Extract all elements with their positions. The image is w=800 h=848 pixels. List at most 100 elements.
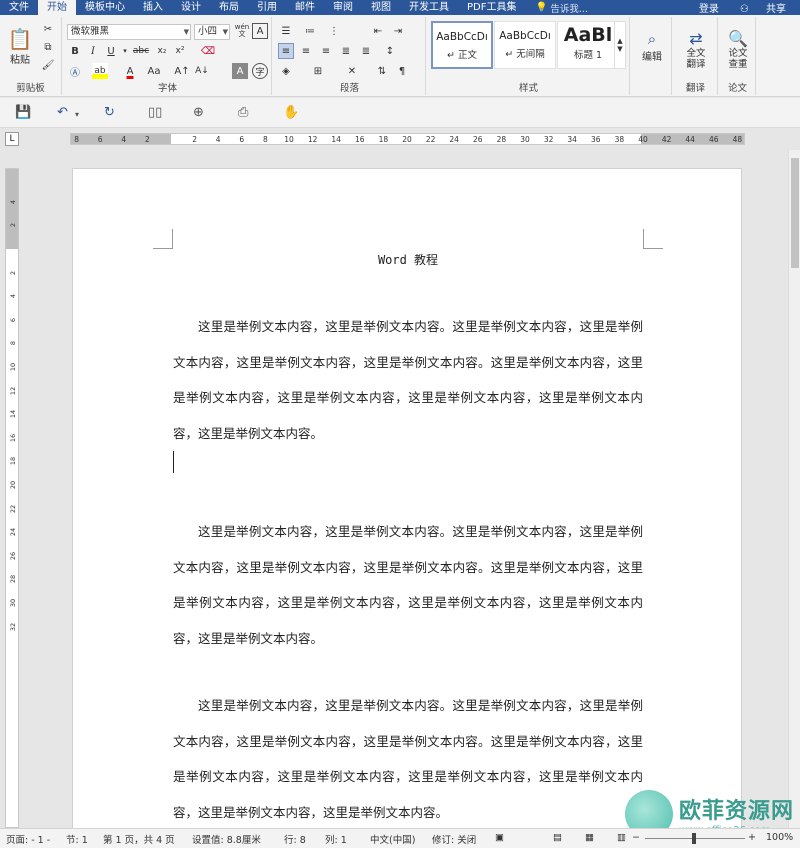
numbering-icon[interactable]: ≔ [302,23,318,39]
touch-mode-icon[interactable]: ✋ [283,105,299,120]
tab-file[interactable]: 文件 [0,0,38,15]
tab-home[interactable]: 开始 [38,0,76,15]
chinese-layout-icon[interactable]: ✕ [344,63,360,79]
ruler-tick: 34 [567,135,577,144]
paste-button[interactable]: 📋 粘贴 [6,23,34,69]
status-section[interactable]: 节: 1 [66,832,88,846]
status-page[interactable]: 页面: - 1 - [6,832,50,846]
ruler-tick: 14 [331,135,341,144]
status-track-changes[interactable]: 修订: 关闭 [432,832,476,846]
sort-icon[interactable]: ⇅ [374,63,390,79]
italic-icon[interactable]: I [85,43,101,59]
font-name-combo[interactable]: 微软雅黑 ▼ [67,24,191,40]
group-styles: AaBbCcDı ↵ 正文 AaBbCcDı ↵ 无间隔 AaBl 标题 1 ▲… [428,17,630,95]
multilevel-list-icon[interactable]: ⋮ [326,23,342,39]
print-preview-icon[interactable]: ⎙ [238,105,248,120]
phonetic-guide-button[interactable]: wén 文 [234,23,250,39]
login-link[interactable]: 登录 [692,0,726,15]
tab-mailings[interactable]: 邮件 [286,0,324,15]
bullets-icon[interactable]: ☰ [278,23,294,39]
distribute-icon[interactable]: ≣ [358,43,374,59]
redo-icon[interactable]: ↻ [104,105,115,120]
status-col[interactable]: 列: 1 [325,832,347,846]
font-color-icon[interactable]: A [122,63,138,79]
style-normal[interactable]: AaBbCcDı ↵ 正文 [431,21,493,69]
font-size-combo[interactable]: 小四 ▼ [194,24,230,40]
increase-indent-icon[interactable]: ⇥ [390,23,406,39]
cut-icon[interactable]: ✂ [40,21,56,37]
text-effect-icon[interactable]: Ⓐ [67,63,83,79]
grow-font-icon[interactable]: A↑ [174,63,190,79]
show-marks-icon[interactable]: ¶ [394,63,410,79]
document-page[interactable]: Word 教程 这里是举例文本内容，这里是举例文本内容。这里是举例文本内容，这里… [72,168,742,848]
share-button[interactable]: ⚇ 共享 [726,0,800,15]
tab-selector[interactable]: L [5,132,19,146]
undo-icon[interactable]: ↶ [57,105,68,120]
line-spacing-icon[interactable]: ↕ [382,43,398,59]
align-left-icon[interactable]: ≡ [278,43,294,59]
status-language[interactable]: 中文(中国) [370,832,415,846]
vertical-ruler[interactable]: 4 2 2 4 6 8 10 12 14 16 18 20 22 24 26 28 30 32 [5,168,19,828]
enclose-char-icon[interactable]: 字 [252,63,268,79]
paper-check-button[interactable]: 🔍 论文查重 [722,23,754,75]
full-translate-button[interactable]: ⇄ 全文翻译 [678,23,714,75]
two-pages-icon[interactable]: ▯▯ [148,105,162,120]
style-no-spacing[interactable]: AaBbCcDı ↵ 无间隔 [494,21,556,69]
borders-icon[interactable]: ⊞ [310,63,326,79]
globe-icon[interactable]: ⊕ [193,105,204,120]
justify-icon[interactable]: ≣ [338,43,354,59]
status-setting[interactable]: 设置值: 8.8厘米 [192,832,261,846]
shading-icon[interactable]: ◈ [278,63,294,79]
horizontal-ruler[interactable]: 8 6 4 2 2 4 6 8 10 12 14 16 18 20 22 24 26 28 30 32 34 36 38 40… [70,133,745,145]
align-right-icon[interactable]: ≡ [318,43,334,59]
clear-format-icon[interactable]: ⌫ [200,43,216,59]
tab-developer[interactable]: 开发工具 [400,0,458,15]
macro-icon[interactable]: ▣ [495,832,504,843]
format-painter-icon[interactable]: 🖌 [40,57,56,73]
char-shading-icon[interactable]: A [232,63,248,79]
read-mode-icon[interactable]: ▤ [553,832,562,843]
zoom-slider-thumb[interactable] [692,833,696,844]
paragraph-1: 这里是举例文本内容，这里是举例文本内容。这里是举例文本内容，这里是举例文本内容，… [173,319,643,441]
char-border-icon[interactable]: A [252,23,268,39]
change-case-icon[interactable]: Aa [144,63,164,79]
ruler-row: L 8 6 4 2 2 4 6 8 10 12 14 16 18 20 22 24 26 28 30 32 34 36 38… [0,128,800,150]
web-layout-icon[interactable]: ▥ [617,832,626,843]
bold-icon[interactable]: B [67,43,83,59]
zoom-level[interactable]: 100% [766,832,793,843]
copy-icon[interactable]: ⧉ [40,39,56,55]
tab-insert[interactable]: 插入 [134,0,172,15]
tell-me-search[interactable]: 💡 告诉我... [535,1,587,15]
shrink-font-icon[interactable]: A↓ [194,63,210,79]
subscript-icon[interactable]: x₂ [154,43,170,59]
tab-review[interactable]: 审阅 [324,0,362,15]
ruler-tick: 40 [638,135,648,144]
save-icon[interactable]: 💾 [15,105,31,120]
ruler-tick: 46 [709,135,719,144]
zoom-out-icon[interactable]: − [632,832,640,843]
tab-design[interactable]: 设计 [172,0,210,15]
strikethrough-icon[interactable]: abc [130,43,152,59]
status-page-count[interactable]: 第 1 页，共 4 页 [103,832,175,846]
tab-references[interactable]: 引用 [248,0,286,15]
ruler-tick: 6 [239,135,245,144]
styles-scroll[interactable]: ▲ ▼ [614,21,626,69]
tab-template[interactable]: 模板中心 [76,0,134,15]
superscript-icon[interactable]: x² [172,43,188,59]
tab-pdf-tools[interactable]: PDF工具集 [458,0,525,15]
scrollbar-thumb[interactable] [791,158,799,268]
highlight-icon[interactable]: ab [92,63,108,79]
vertical-scrollbar[interactable] [788,150,800,828]
find-button[interactable]: ⌕ 编辑 [636,23,668,69]
status-row[interactable]: 行: 8 [284,832,306,846]
paragraph-2: 这里是举例文本内容，这里是举例文本内容。这里是举例文本内容，这里是举例文本内容，… [173,524,643,646]
decrease-indent-icon[interactable]: ⇤ [370,23,386,39]
style-heading-1[interactable]: AaBl 标题 1 [557,21,619,69]
tab-layout[interactable]: 布局 [210,0,248,15]
print-layout-icon[interactable]: ▦ [585,832,594,843]
tab-view[interactable]: 视图 [362,0,400,15]
zoom-in-icon[interactable]: + [748,832,756,843]
chevron-down-icon[interactable]: ▾ [75,110,79,119]
align-center-icon[interactable]: ≡ [298,43,314,59]
ruler-tick: 2 [9,223,17,228]
